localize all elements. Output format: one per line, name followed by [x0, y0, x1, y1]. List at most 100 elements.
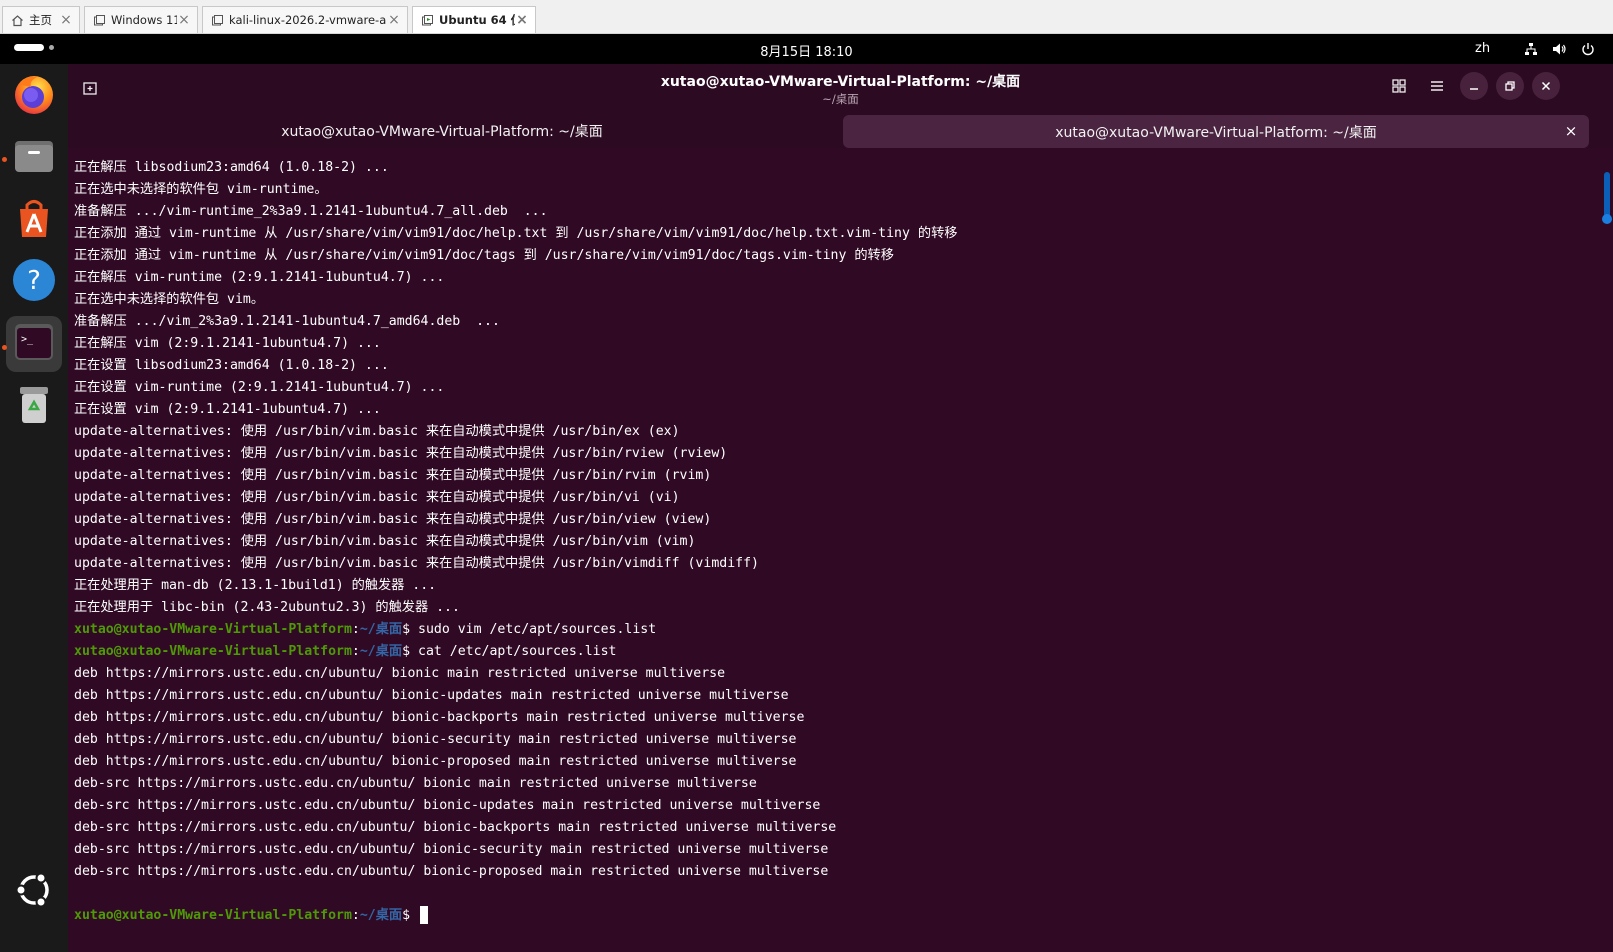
prompt-path: ~/桌面 — [359, 644, 403, 659]
scrollbar-handle[interactable] — [1602, 214, 1612, 224]
terminal-tab-label: xutao@xutao-VMware-Virtual-Platform: ~/桌… — [1055, 124, 1377, 141]
terminal-icon: >_ — [11, 319, 57, 369]
close-tab-icon[interactable]: × — [1563, 123, 1579, 139]
output-line: deb https://mirrors.ustc.edu.cn/ubuntu/ … — [74, 666, 726, 681]
output-line: 正在选中未选择的软件包 vim。 — [74, 292, 265, 307]
output-line: 正在设置 libsodium23:amd64 (1.0.18-2) ... — [74, 358, 389, 373]
help-icon: ? — [11, 257, 57, 307]
output-line: 正在处理用于 man-db (2.13.1-1build1) 的触发器 ... — [74, 578, 437, 593]
close-icon[interactable]: × — [177, 13, 191, 27]
hamburger-menu-icon — [1431, 81, 1443, 91]
prompt-path: ~/桌面 — [359, 622, 403, 637]
prompt-symbol: $ — [402, 622, 411, 637]
tab-label: Ubuntu 64 位 — [439, 13, 515, 27]
vm-tab-home[interactable]: 主页 × — [2, 6, 80, 33]
output-line: 正在解压 vim (2:9.1.2141-1ubuntu4.7) ... — [74, 336, 381, 351]
command-text: sudo vim /etc/apt/sources.list — [410, 622, 657, 637]
close-window-button[interactable] — [1532, 72, 1560, 100]
output-line: deb-src https://mirrors.ustc.edu.cn/ubun… — [74, 798, 821, 813]
output-line: update-alternatives: 使用 /usr/bin/vim.bas… — [74, 534, 696, 549]
output-line: 正在解压 libsodium23:amd64 (1.0.18-2) ... — [74, 160, 389, 175]
terminal-tab-2[interactable]: xutao@xutao-VMware-Virtual-Platform: ~/桌… — [843, 115, 1589, 148]
network-icon[interactable] — [1523, 41, 1539, 57]
prompt-separator: : — [351, 644, 360, 659]
output-line: 正在设置 vim (2:9.1.2141-1ubuntu4.7) ... — [74, 402, 381, 417]
terminal-tab-bar: xutao@xutao-VMware-Virtual-Platform: ~/桌… — [68, 114, 1613, 148]
tab-label: 主页 — [29, 13, 52, 27]
close-icon[interactable]: × — [515, 13, 529, 27]
output-line: update-alternatives: 使用 /usr/bin/vim.bas… — [74, 490, 680, 505]
prompt-user: xutao@xutao-VMware-Virtual-Platform — [74, 644, 352, 659]
prompt-line: xutao@xutao-VMware-Virtual-Platform:~/桌面… — [74, 641, 1594, 663]
command-text: cat /etc/apt/sources.list — [410, 644, 617, 659]
dock-item-help[interactable]: ? — [6, 254, 62, 310]
vm-icon — [91, 12, 107, 28]
dock-item-trash[interactable] — [6, 378, 62, 434]
output-line: 正在设置 vim-runtime (2:9.1.2141-1ubuntu4.7)… — [74, 380, 445, 395]
vm-icon — [209, 12, 225, 28]
output-line: update-alternatives: 使用 /usr/bin/vim.bas… — [74, 446, 728, 461]
prompt-symbol: $ — [402, 644, 411, 659]
minimize-button[interactable] — [1460, 72, 1488, 100]
firefox-icon — [11, 71, 57, 121]
output-line: 正在解压 vim-runtime (2:9.1.2141-1ubuntu4.7)… — [74, 270, 445, 285]
vm-tab-ubuntu[interactable]: Ubuntu 64 位 × — [412, 6, 536, 33]
dock-item-app-center[interactable] — [6, 192, 62, 248]
volume-icon[interactable] — [1551, 41, 1567, 57]
restore-icon — [1505, 81, 1515, 91]
gnome-top-bar: 8月15日 18:10 zh — [0, 34, 1613, 64]
dock-item-files[interactable] — [6, 130, 62, 186]
terminal-tab-1[interactable]: xutao@xutao-VMware-Virtual-Platform: ~/桌… — [68, 114, 816, 148]
close-icon[interactable]: × — [59, 13, 73, 27]
close-icon — [1541, 81, 1551, 91]
running-indicator — [2, 345, 7, 350]
text-cursor — [420, 906, 429, 924]
vm-running-icon — [419, 12, 435, 28]
output-line: update-alternatives: 使用 /usr/bin/vim.bas… — [74, 512, 712, 527]
dock: ? >_ — [0, 64, 68, 952]
show-apps-button[interactable] — [6, 864, 62, 920]
output-line: update-alternatives: 使用 /usr/bin/vim.bas… — [74, 468, 712, 483]
close-icon[interactable]: × — [387, 13, 401, 27]
minimize-icon — [1470, 88, 1478, 90]
input-language[interactable]: zh — [1475, 41, 1490, 56]
output-line: deb https://mirrors.ustc.edu.cn/ubuntu/ … — [74, 732, 797, 747]
window-headerbar: xutao@xutao-VMware-Virtual-Platform: ~/桌… — [68, 64, 1613, 114]
clock[interactable]: 8月15日 18:10 — [0, 41, 1613, 60]
svg-text:>_: >_ — [21, 334, 34, 345]
window-subtitle: ~/桌面 — [822, 92, 859, 106]
window-title: xutao@xutao-VMware-Virtual-Platform: ~/桌… — [660, 74, 1021, 90]
output-line: 正在处理用于 libc-bin (2.43-2ubuntu2.3) 的触发器 .… — [74, 600, 460, 615]
dock-item-firefox[interactable] — [6, 68, 62, 124]
prompt-line: xutao@xutao-VMware-Virtual-Platform:~/桌面… — [74, 905, 1594, 927]
output-line: deb-src https://mirrors.ustc.edu.cn/ubun… — [74, 820, 837, 835]
terminal-output[interactable]: 正在解压 libsodium23:amd64 (1.0.18-2) ... 正在选… — [74, 157, 1594, 927]
output-line: deb-src https://mirrors.ustc.edu.cn/ubun… — [74, 776, 757, 791]
output-line: update-alternatives: 使用 /usr/bin/vim.bas… — [74, 424, 680, 439]
output-line: deb https://mirrors.ustc.edu.cn/ubuntu/ … — [74, 710, 805, 725]
command-text — [410, 908, 418, 923]
trash-icon — [11, 381, 57, 431]
vm-tab-kali[interactable]: kali-linux-2026.2-vmware-am... × — [202, 6, 408, 33]
menu-button[interactable] — [1423, 72, 1451, 100]
grid-icon — [1392, 79, 1406, 93]
prompt-symbol: $ — [402, 908, 411, 923]
prompt-separator: : — [351, 908, 360, 923]
output-line: deb-src https://mirrors.ustc.edu.cn/ubun… — [74, 864, 829, 879]
restore-button[interactable] — [1496, 72, 1524, 100]
power-icon[interactable] — [1580, 41, 1596, 57]
tab-overview-button[interactable] — [1385, 72, 1413, 100]
output-line: deb https://mirrors.ustc.edu.cn/ubuntu/ … — [74, 688, 789, 703]
output-line: deb-src https://mirrors.ustc.edu.cn/ubun… — [74, 842, 829, 857]
output-line: 正在选中未选择的软件包 vim-runtime。 — [74, 182, 328, 197]
prompt-line: xutao@xutao-VMware-Virtual-Platform:~/桌面… — [74, 619, 1594, 641]
output-line: 准备解压 .../vim_2%3a9.1.2141-1ubuntu4.7_amd… — [74, 314, 500, 329]
tab-label: Windows 11 — [111, 13, 177, 27]
prompt-path: ~/桌面 — [359, 908, 403, 923]
prompt-separator: : — [351, 622, 360, 637]
terminal-tab-label: xutao@xutao-VMware-Virtual-Platform: ~/桌… — [281, 124, 603, 140]
vm-tab-windows-11[interactable]: Windows 11 × — [84, 6, 198, 33]
output-line: deb https://mirrors.ustc.edu.cn/ubuntu/ … — [74, 754, 797, 769]
dock-item-terminal[interactable]: >_ — [6, 316, 62, 372]
prompt-user: xutao@xutao-VMware-Virtual-Platform — [74, 622, 352, 637]
